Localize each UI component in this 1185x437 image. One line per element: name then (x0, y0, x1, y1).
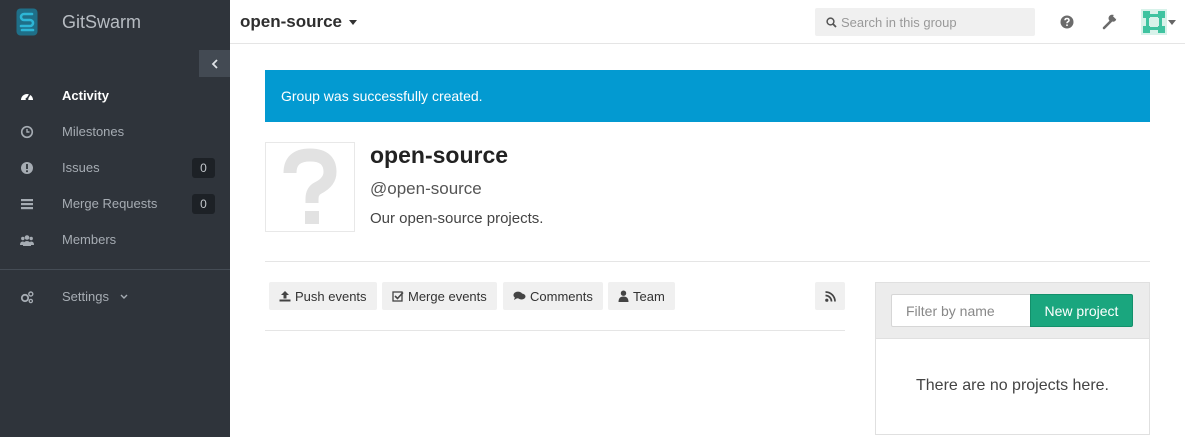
filter-label: Comments (530, 288, 593, 304)
caret-down-icon (1168, 20, 1176, 25)
sidebar-item-activity[interactable]: Activity (0, 78, 230, 114)
wrench-icon[interactable] (1102, 14, 1118, 30)
sidebar-item-merge-requests[interactable]: Merge Requests 0 (0, 186, 230, 222)
sidebar-collapse-button[interactable] (199, 50, 230, 77)
sidebar-item-members[interactable]: Members (0, 222, 230, 258)
merge-events-filter-button[interactable]: Merge events (382, 282, 497, 310)
search-icon (826, 17, 837, 28)
group-description: Our open-source projects. (370, 210, 544, 227)
group-name: open-source (370, 142, 509, 168)
user-menu[interactable] (1141, 9, 1177, 37)
upload-icon (279, 291, 291, 302)
clock-icon (20, 125, 34, 139)
filter-by-name-input[interactable] (891, 294, 1031, 327)
caret-down-icon (349, 20, 358, 26)
projects-panel: New project There are no projects here. (875, 282, 1150, 435)
search-input[interactable] (841, 8, 1031, 36)
flash-notice: Group was successfully created. (265, 70, 1150, 122)
check-square-icon (392, 291, 404, 302)
help-icon[interactable] (1059, 14, 1075, 30)
filter-label: Team (633, 288, 665, 304)
sidebar: GitSwarm Activity Milestones Issues 0 Me… (0, 0, 230, 437)
divider (265, 261, 1150, 262)
filter-label: Merge events (408, 288, 487, 304)
exclamation-icon (21, 162, 33, 174)
gitswarm-logo-icon (16, 8, 38, 36)
sidebar-item-label: Milestones (62, 124, 125, 139)
question-mark-icon (283, 148, 337, 224)
group-title-dropdown[interactable]: open-source (240, 12, 358, 32)
dashboard-icon (21, 93, 33, 101)
brand[interactable]: GitSwarm (0, 0, 230, 44)
sidebar-item-label: Members (62, 232, 117, 247)
issues-count-badge: 0 (192, 158, 215, 178)
team-filter-button[interactable]: Team (608, 282, 675, 310)
push-events-filter-button[interactable]: Push events (269, 282, 377, 310)
sidebar-divider (0, 269, 230, 270)
chevron-down-icon (120, 294, 128, 299)
filter-label: Push events (295, 288, 367, 304)
comments-icon (513, 291, 526, 300)
events-divider (265, 330, 845, 331)
merge-requests-count-badge: 0 (192, 194, 215, 214)
sidebar-item-label: Merge Requests (62, 196, 158, 211)
group-title-label: open-source (240, 12, 343, 31)
gears-icon (20, 291, 34, 304)
new-project-button[interactable]: New project (1030, 294, 1133, 327)
sidebar-item-label: Activity (62, 88, 109, 103)
sidebar-item-issues[interactable]: Issues 0 (0, 150, 230, 186)
users-icon (20, 235, 34, 246)
flash-message: Group was successfully created. (281, 88, 483, 104)
app-name: GitSwarm (62, 12, 142, 32)
group-avatar-placeholder (265, 142, 355, 232)
comments-filter-button[interactable]: Comments (503, 282, 603, 310)
empty-projects-message: There are no projects here. (916, 377, 1109, 394)
top-header: open-source (230, 0, 1185, 44)
sidebar-item-label: Issues (62, 160, 100, 175)
search-box[interactable] (815, 8, 1035, 36)
new-project-label: New project (1044, 302, 1119, 319)
sidebar-item-milestones[interactable]: Milestones (0, 114, 230, 150)
rss-feed-button[interactable] (815, 282, 845, 310)
list-icon (21, 199, 33, 210)
user-icon (618, 290, 629, 302)
avatar (1141, 9, 1167, 35)
projects-panel-header: New project (876, 283, 1149, 339)
chevron-left-icon (211, 58, 218, 69)
sidebar-item-settings[interactable]: Settings (0, 279, 230, 315)
sidebar-item-label: Settings (62, 289, 109, 304)
group-path: @open-source (370, 179, 482, 198)
rss-icon (824, 290, 836, 302)
